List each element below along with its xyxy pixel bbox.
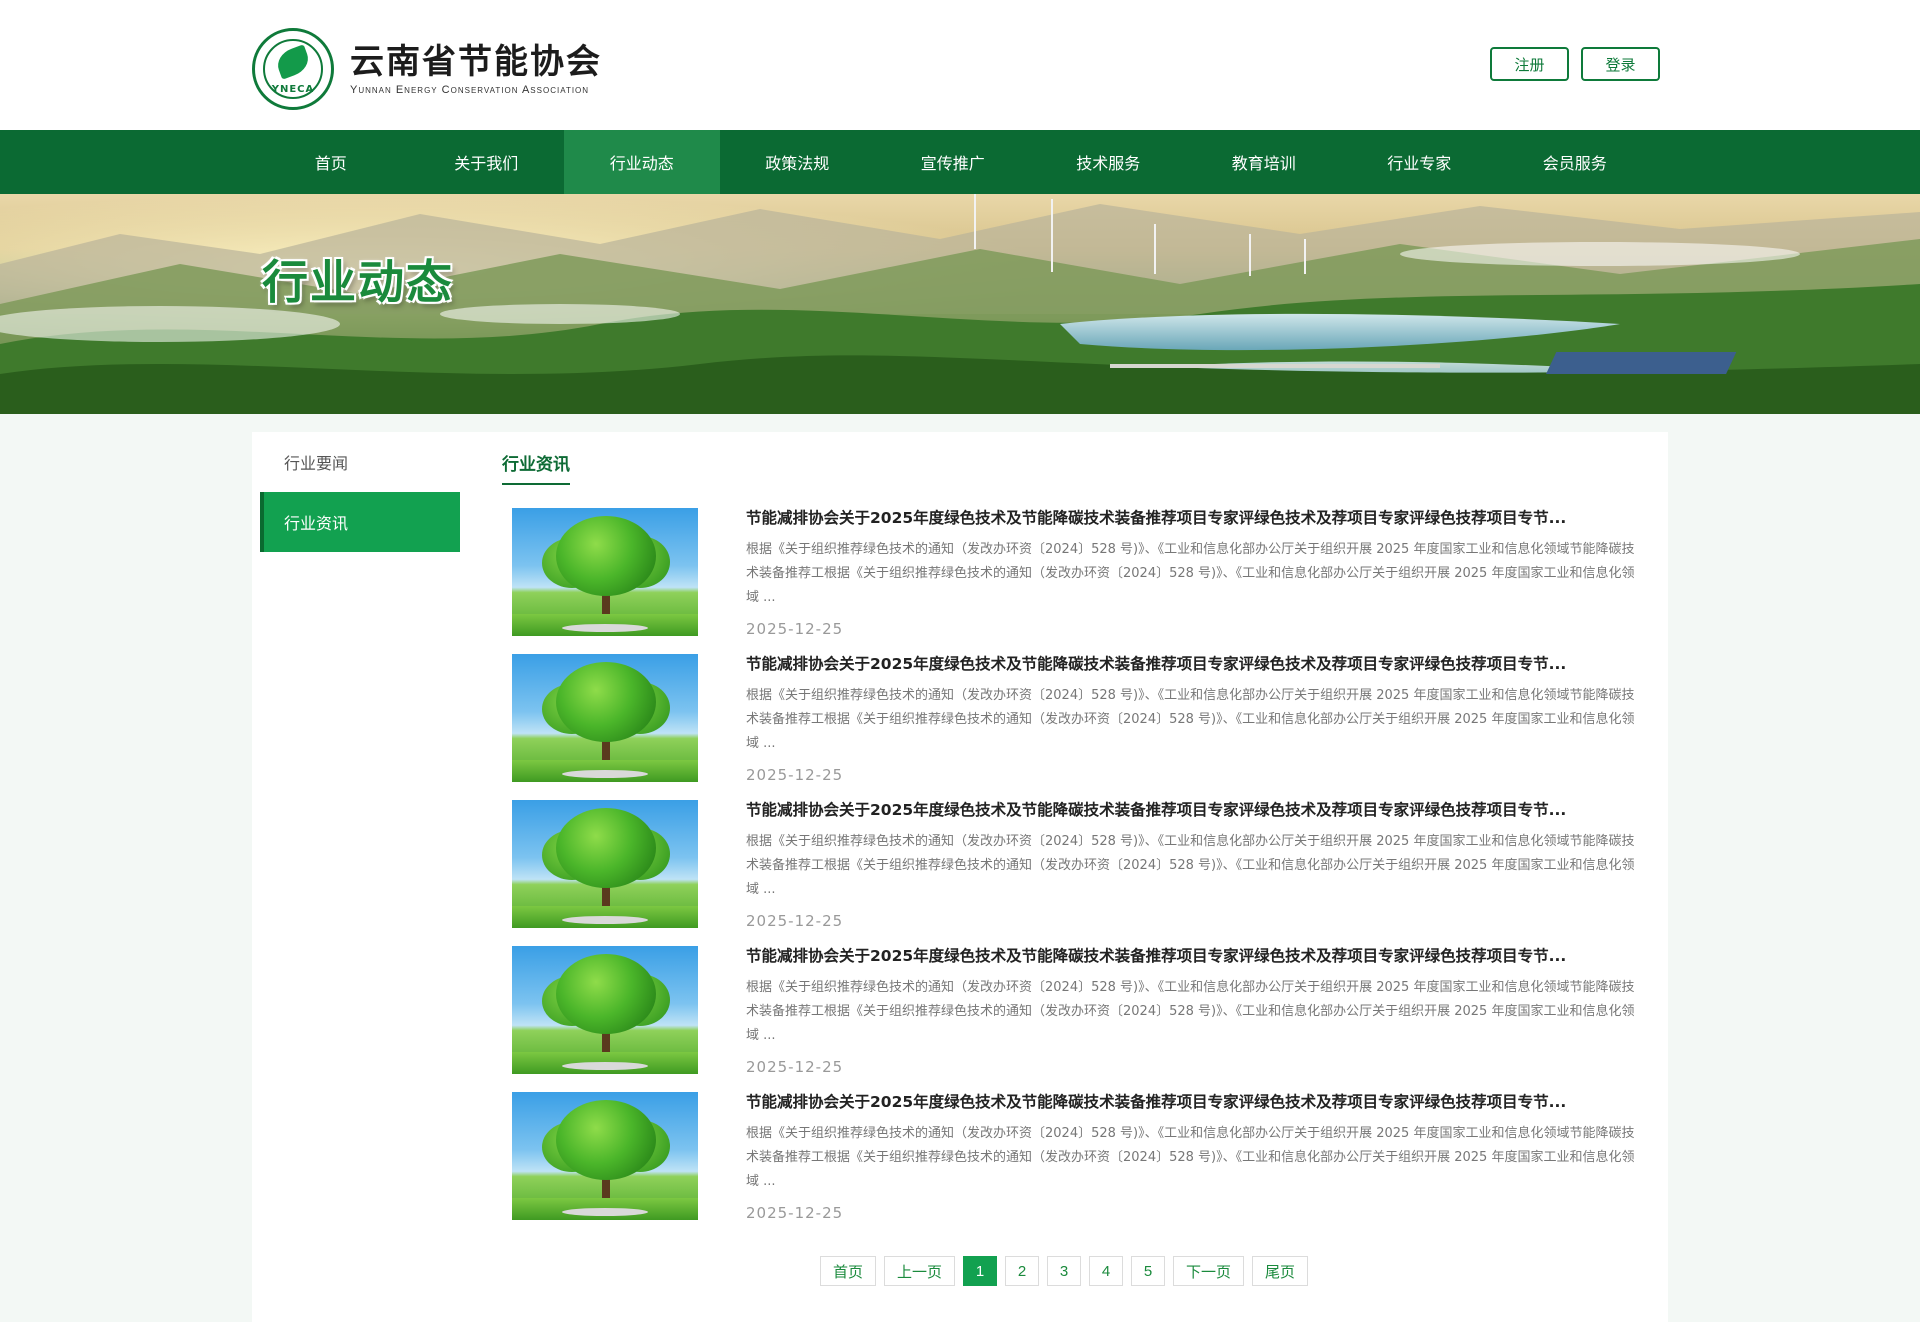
nav-item-tech-service[interactable]: 技术服务 [1031,130,1187,194]
first-page-button[interactable]: 首页 [820,1256,877,1286]
article-date: 2025-12-25 [746,1204,844,1222]
article-summary: 根据《关于组织推荐绿色技术的通知（发改办环资〔2024〕528 号)》、《工业和… [746,1126,1635,1189]
article-thumbnail[interactable] [512,1092,698,1220]
main-nav: 首页 关于我们 行业动态 政策法规 宣传推广 技术服务 教育培训 行业专家 会员… [0,130,1920,194]
list-item[interactable]: 节能减排协会关于2025年度绿色技术及节能降碳技术装备推荐项目专家评绿色技术及荐… [512,1092,1642,1238]
sidebar-item-industry-info[interactable]: 行业资讯 [260,492,460,552]
nav-item-training[interactable]: 教育培训 [1186,130,1342,194]
article-thumbnail[interactable] [512,946,698,1074]
list-item[interactable]: 节能减排协会关于2025年度绿色技术及节能降碳技术装备推荐项目专家评绿色技术及荐… [512,946,1642,1092]
pagination: 首页 上一页 1 2 3 4 5 下一页 尾页 [820,1256,1309,1286]
article-thumbnail[interactable] [512,800,698,928]
nav-item-policy[interactable]: 政策法规 [720,130,876,194]
section-title: 行业资讯 [502,450,570,485]
association-seal-icon: YNECA [252,28,334,110]
sidebar-item-industry-headlines[interactable]: 行业要闻 [260,432,460,492]
nav-item-industry-news[interactable]: 行业动态 [564,130,720,194]
article-date: 2025-12-25 [746,766,844,784]
org-name-en: Yunnan Energy Conservation Association [350,84,590,96]
page-1-button[interactable]: 1 [963,1256,998,1286]
nav-item-member[interactable]: 会员服务 [1497,130,1653,194]
list-item[interactable]: 节能减排协会关于2025年度绿色技术及节能降碳技术装备推荐项目专家评绿色技术及荐… [512,508,1642,654]
org-name: 云南省节能协会 [350,42,602,82]
nav-item-about[interactable]: 关于我们 [409,130,565,194]
article-title[interactable]: 节能减排协会关于2025年度绿色技术及节能降碳技术装备推荐项目专家评绿色技术及荐… [746,946,1642,966]
sidebar: 行业要闻 行业资讯 [260,432,460,552]
list-item[interactable]: 节能减排协会关于2025年度绿色技术及节能降碳技术装备推荐项目专家评绿色技术及荐… [512,800,1642,946]
article-summary: 根据《关于组织推荐绿色技术的通知（发改办环资〔2024〕528 号)》、《工业和… [746,542,1635,605]
site-header: YNECA 云南省节能协会 Yunnan Energy Conservation… [0,0,1920,130]
nav-item-experts[interactable]: 行业专家 [1342,130,1498,194]
article-summary: 根据《关于组织推荐绿色技术的通知（发改办环资〔2024〕528 号)》、《工业和… [746,834,1635,897]
article-thumbnail[interactable] [512,654,698,782]
banner-title: 行业动态 [262,255,454,309]
article-thumbnail[interactable] [512,508,698,636]
article-date: 2025-12-25 [746,912,844,930]
article-date: 2025-12-25 [746,1058,844,1076]
logo[interactable]: YNECA 云南省节能协会 Yunnan Energy Conservation… [252,28,602,110]
page-banner: 行业动态 [0,194,1920,414]
article-title[interactable]: 节能减排协会关于2025年度绿色技术及节能降碳技术装备推荐项目专家评绿色技术及荐… [746,508,1642,528]
prev-page-button[interactable]: 上一页 [884,1256,956,1286]
logo-text: 云南省节能协会 Yunnan Energy Conservation Assoc… [350,42,602,96]
page-2-button[interactable]: 2 [1005,1256,1040,1286]
article-title[interactable]: 节能减排协会关于2025年度绿色技术及节能降碳技术装备推荐项目专家评绿色技术及荐… [746,654,1642,674]
article-title[interactable]: 节能减排协会关于2025年度绿色技术及节能降碳技术装备推荐项目专家评绿色技术及荐… [746,1092,1642,1112]
last-page-button[interactable]: 尾页 [1252,1256,1309,1286]
page-4-button[interactable]: 4 [1089,1256,1124,1286]
content-panel: 行业要闻 行业资讯 行业资讯 节能减排协会关于2025年度绿色技术及节能降碳技术… [252,432,1668,1322]
auth-buttons: 注册 登录 [1490,47,1660,81]
seal-abbr: YNECA [271,84,315,95]
page-3-button[interactable]: 3 [1047,1256,1082,1286]
register-button[interactable]: 注册 [1490,47,1569,81]
article-summary: 根据《关于组织推荐绿色技术的通知（发改办环资〔2024〕528 号)》、《工业和… [746,688,1635,751]
article-date: 2025-12-25 [746,620,844,638]
login-button[interactable]: 登录 [1581,47,1660,81]
nav-item-home[interactable]: 首页 [253,130,409,194]
nav-item-promotion[interactable]: 宣传推广 [875,130,1031,194]
article-list: 节能减排协会关于2025年度绿色技术及节能降碳技术装备推荐项目专家评绿色技术及荐… [512,508,1642,1238]
article-title[interactable]: 节能减排协会关于2025年度绿色技术及节能降碳技术装备推荐项目专家评绿色技术及荐… [746,800,1642,820]
page-5-button[interactable]: 5 [1131,1256,1166,1286]
list-item[interactable]: 节能减排协会关于2025年度绿色技术及节能降碳技术装备推荐项目专家评绿色技术及荐… [512,654,1642,800]
next-page-button[interactable]: 下一页 [1173,1256,1245,1286]
article-summary: 根据《关于组织推荐绿色技术的通知（发改办环资〔2024〕528 号)》、《工业和… [746,980,1635,1043]
